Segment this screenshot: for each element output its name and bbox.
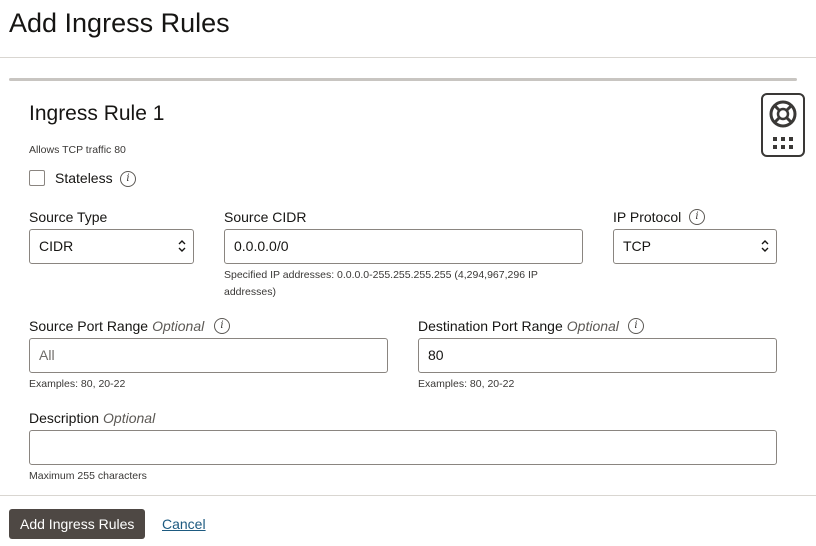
destination-port-range-input[interactable]: 80 xyxy=(418,338,777,373)
destination-port-range-hint: Examples: 80, 20-22 xyxy=(418,378,515,390)
stateless-label: Stateless xyxy=(55,170,113,186)
rule-title: Ingress Rule 1 xyxy=(29,102,165,125)
description-label: Description Optional xyxy=(29,410,155,426)
panel-content[interactable]: Ingress Rule 1 Allows TCP traffic 80 Sta… xyxy=(0,58,816,495)
source-port-range-label-text: Source Port Range xyxy=(29,318,149,334)
source-port-range-input[interactable]: All xyxy=(29,338,388,373)
chevron-up-down-icon xyxy=(761,240,769,252)
description-label-text: Description xyxy=(29,410,100,426)
ip-protocol-info-icon[interactable]: i xyxy=(689,209,705,225)
ip-protocol-label: IP Protocol xyxy=(613,209,682,225)
source-port-range-label: Source Port Range Optional xyxy=(29,318,204,334)
ip-protocol-select[interactable]: TCP xyxy=(613,229,777,264)
source-type-label: Source Type xyxy=(29,209,108,225)
page-title: Add Ingress Rules xyxy=(9,8,230,38)
description-input[interactable] xyxy=(29,430,777,465)
source-cidr-hint: Specified IP addresses: 0.0.0.0-255.255.… xyxy=(224,267,538,301)
source-type-value: CIDR xyxy=(39,238,74,254)
destination-port-range-label-text: Destination Port Range xyxy=(418,318,563,334)
help-widget[interactable] xyxy=(761,93,805,157)
rule-description: Allows TCP traffic 80 xyxy=(29,144,126,156)
stateless-checkbox[interactable] xyxy=(29,170,45,186)
source-type-select[interactable]: CIDR xyxy=(29,229,194,264)
destination-port-info-icon[interactable]: i xyxy=(628,318,644,334)
ip-protocol-value: TCP xyxy=(623,238,651,254)
source-cidr-label: Source CIDR xyxy=(224,209,307,225)
optional-tag: Optional xyxy=(566,318,619,334)
source-cidr-hint-line2: addresses) xyxy=(224,286,276,298)
grid-icon xyxy=(773,137,793,149)
stateless-info-icon[interactable]: i xyxy=(120,171,136,187)
panel-footer: Add Ingress Rules Cancel xyxy=(0,495,816,546)
panel-header: Add Ingress Rules xyxy=(0,0,816,58)
optional-tag: Optional xyxy=(152,318,205,334)
destination-port-range-label: Destination Port Range Optional xyxy=(418,318,619,334)
description-hint: Maximum 255 characters xyxy=(29,470,147,482)
add-ingress-rules-button[interactable]: Add Ingress Rules xyxy=(9,509,146,539)
section-divider xyxy=(9,78,797,81)
source-port-info-icon[interactable]: i xyxy=(214,318,230,334)
cancel-link[interactable]: Cancel xyxy=(162,516,206,532)
optional-tag: Optional xyxy=(103,410,156,426)
chevron-up-down-icon xyxy=(178,240,186,252)
source-cidr-hint-line1: Specified IP addresses: 0.0.0.0-255.255.… xyxy=(224,269,538,281)
source-cidr-input[interactable]: 0.0.0.0/0 xyxy=(224,229,583,264)
source-port-range-hint: Examples: 80, 20-22 xyxy=(29,378,126,390)
